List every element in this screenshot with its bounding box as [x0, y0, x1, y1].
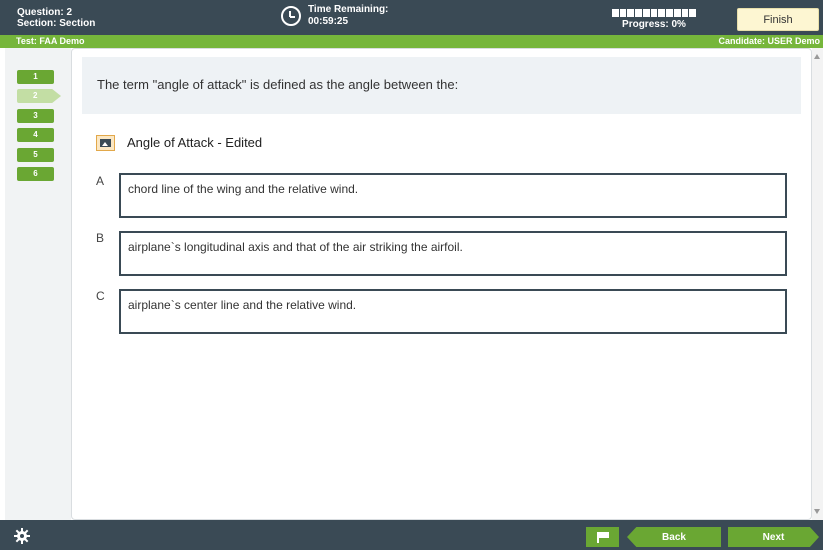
time-value: 00:59:25 — [308, 16, 349, 27]
finish-button[interactable]: Finish — [737, 8, 819, 31]
test-name: Test: FAA Demo — [16, 36, 85, 46]
time-label: Time Remaining: — [308, 4, 389, 15]
option-b[interactable]: airplane`s longitudinal axis and that of… — [119, 231, 787, 276]
option-a-letter: A — [96, 174, 105, 188]
image-label[interactable]: Angle of Attack - Edited — [127, 135, 262, 150]
progress-bar — [612, 9, 697, 17]
option-a[interactable]: chord line of the wing and the relative … — [119, 173, 787, 218]
flag-button[interactable] — [586, 527, 619, 547]
scroll-down-icon[interactable] — [814, 509, 820, 514]
back-button[interactable]: Back — [627, 527, 721, 547]
scroll-up-icon[interactable] — [814, 54, 820, 59]
clock-icon — [281, 6, 301, 26]
progress: Progress: 0% — [612, 9, 697, 30]
option-b-letter: B — [96, 231, 105, 245]
gear-icon[interactable] — [14, 528, 30, 544]
nav-question-2[interactable]: 2 — [17, 89, 61, 103]
info-bar: Test: FAA Demo Candidate: USER Demo — [0, 35, 823, 48]
question-text: The term "angle of attack" is defined as… — [97, 77, 459, 92]
scrollbar[interactable] — [812, 48, 823, 520]
question-nav: 1 2 3 4 5 6 — [5, 48, 71, 520]
next-button[interactable]: Next — [728, 527, 819, 547]
nav-question-3[interactable]: 3 — [17, 109, 54, 123]
nav-question-6[interactable]: 6 — [17, 167, 54, 181]
question-panel: The term "angle of attack" is defined as… — [71, 48, 812, 520]
question-number: Question: 2 — [17, 7, 73, 18]
image-icon[interactable] — [96, 135, 115, 151]
option-c-letter: C — [96, 289, 105, 303]
flag-icon — [596, 532, 609, 543]
top-bar: Question: 2 Section: Section Time Remain… — [0, 0, 823, 35]
nav-question-4[interactable]: 4 — [17, 128, 54, 142]
candidate-name: Candidate: USER Demo — [718, 36, 820, 46]
timer: Time Remaining: 00:59:25 — [281, 4, 388, 28]
section-name: Section: Section — [17, 18, 96, 29]
progress-label: Progress: 0% — [622, 19, 686, 30]
question-info: Question: 2 Section: Section — [17, 7, 95, 29]
footer-bar: Back Next — [0, 520, 823, 550]
nav-question-1[interactable]: 1 — [17, 70, 54, 84]
option-c[interactable]: airplane`s center line and the relative … — [119, 289, 787, 334]
nav-question-5[interactable]: 5 — [17, 148, 54, 162]
question-box: The term "angle of attack" is defined as… — [82, 57, 801, 114]
